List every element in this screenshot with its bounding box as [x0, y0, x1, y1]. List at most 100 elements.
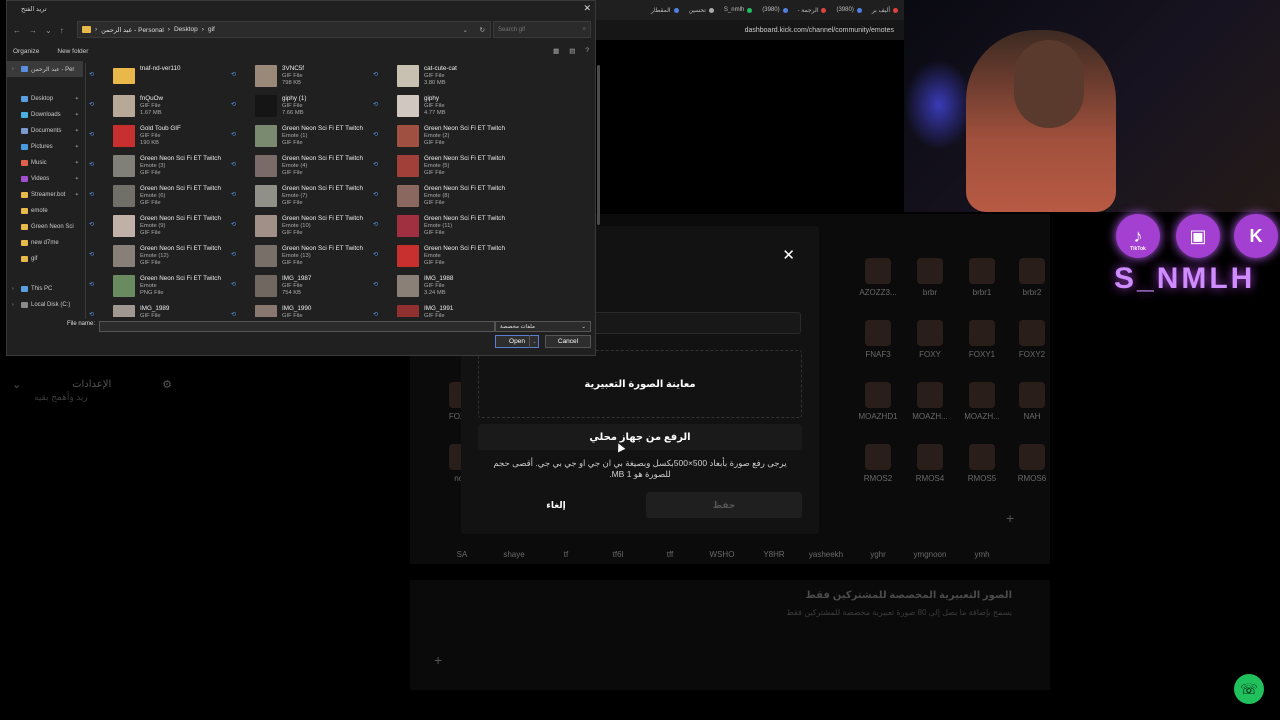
- settings-nav-item[interactable]: ⌄ الإعدادات ⚙: [12, 376, 172, 392]
- emote-item[interactable]: MOAZH...: [960, 382, 1004, 421]
- open-options-dropdown[interactable]: ⌄: [529, 335, 539, 348]
- forward-arrow-icon[interactable]: →: [29, 26, 37, 35]
- help-icon[interactable]: ?: [585, 47, 589, 55]
- file-item[interactable]: ⟲ Green Neon Sci Fi ET Twitch Emote (12) GI…: [89, 243, 229, 271]
- file-item[interactable]: ⟲ Green Neon Sci Fi ET Twitch Emote (9) GIF…: [89, 213, 229, 241]
- file-item[interactable]: ⟲ Green Neon Sci Fi ET Twitch Emote (1) GIF…: [231, 123, 371, 151]
- close-icon[interactable]: ✕: [782, 246, 795, 264]
- sidebar-item[interactable]: new d7me: [7, 235, 83, 251]
- emote-item[interactable]: yghr: [856, 520, 900, 559]
- file-item[interactable]: ⟲ giphy (1) GIF File 7.66 MB: [231, 93, 371, 121]
- view-options-icon[interactable]: ▦: [553, 47, 559, 55]
- file-item[interactable]: ⟲ Green Neon Sci Fi ET Twitch Emote GIF Fil…: [373, 243, 513, 271]
- file-item[interactable]: ⟲ IMG_1988 GIF File 3.24 MB: [373, 273, 513, 301]
- file-item[interactable]: ⟲ Gold Toub GIF GIF File 190 KB: [89, 123, 229, 151]
- sidebar-item[interactable]: Desktop ✦: [7, 91, 83, 107]
- browser-tab[interactable]: S_nmlh: [724, 7, 753, 13]
- new-folder-button[interactable]: New folder: [57, 48, 88, 55]
- emote-item[interactable]: MOAZHD1: [856, 382, 900, 421]
- browser-tab[interactable]: تحسين: [689, 7, 714, 14]
- organize-button[interactable]: Organize: [13, 48, 39, 55]
- file-item[interactable]: ⟲ tnaf-nd-ver110: [89, 63, 229, 91]
- sidebar-item[interactable]: › Local Disk (C:): [7, 297, 83, 313]
- browser-tab[interactable]: (3980): [836, 7, 862, 13]
- add-emote-button[interactable]: +: [1006, 510, 1014, 526]
- sidebar-item[interactable]: Green Neon Sci: [7, 219, 83, 235]
- breadcrumb-item[interactable]: عبد الرحمن - Personal: [101, 26, 164, 34]
- back-arrow-icon[interactable]: ←: [13, 26, 21, 35]
- sidebar-item[interactable]: › عبد الرحمن - Per: [7, 61, 83, 77]
- emote-item[interactable]: MOAZH...: [908, 382, 952, 421]
- file-item[interactable]: ⟲ Green Neon Sci Fi ET Twitch Emote (6) GIF…: [89, 183, 229, 211]
- file-item[interactable]: ⟲ IMG_1987 GIF File 754 KB: [231, 273, 371, 301]
- add-subscriber-emote-button[interactable]: +: [434, 652, 442, 668]
- sidebar-item[interactable]: gif: [7, 251, 83, 267]
- sidebar-item[interactable]: › This PC: [7, 281, 83, 297]
- modal-cancel-button[interactable]: إلغاء: [491, 494, 621, 516]
- emote-item[interactable]: FOXY: [908, 320, 952, 359]
- close-icon[interactable]: ✕: [583, 3, 591, 14]
- chevron-down-icon[interactable]: ⌄: [463, 26, 468, 34]
- upload-local-button[interactable]: الرفع من جهاز محلي: [478, 424, 802, 450]
- emote-item[interactable]: brbr2: [1010, 258, 1054, 297]
- browser-url-bar[interactable]: dashboard.kick.com/channel/community/emo…: [596, 20, 904, 40]
- file-item[interactable]: ⟲ IMG_1989 GIF File: [89, 303, 229, 317]
- sidebar-item[interactable]: Videos ✦: [7, 171, 83, 187]
- browser-tab[interactable]: الرجمة -: [798, 7, 827, 14]
- sidebar-item[interactable]: Music ✦: [7, 155, 83, 171]
- support-chat-button[interactable]: ☏: [1234, 674, 1264, 704]
- recent-dropdown-icon[interactable]: ⌄: [45, 26, 52, 35]
- chevron-right-icon[interactable]: ›: [12, 286, 14, 292]
- emote-item[interactable]: AZOZZ3...: [856, 258, 900, 297]
- emote-item[interactable]: NAH: [1010, 382, 1054, 421]
- file-item[interactable]: ⟲ giphy GIF File 4.77 MB: [373, 93, 513, 121]
- preview-pane-icon[interactable]: ▤: [569, 47, 575, 55]
- sidebar-item[interactable]: Streamer.bot ✦: [7, 187, 83, 203]
- emote-item[interactable]: FNAF3: [856, 320, 900, 359]
- file-type-select[interactable]: ملفات مخصصة ⌄: [495, 321, 591, 332]
- pane-divider[interactable]: [85, 63, 86, 319]
- file-item[interactable]: ⟲ cat-cute-cat GIF File 3.80 MB: [373, 63, 513, 91]
- emote-item[interactable]: ymgnoon: [908, 520, 952, 559]
- file-item[interactable]: ⟲ IMG_1990 GIF File: [231, 303, 371, 317]
- chevron-right-icon[interactable]: ›: [12, 66, 14, 72]
- file-item[interactable]: ⟲ Green Neon Sci Fi ET Twitch Emote (3) GIF…: [89, 153, 229, 181]
- file-item[interactable]: ⟲ Green Neon Sci Fi ET Twitch Emote PNG Fil…: [89, 273, 229, 301]
- emote-item[interactable]: brbr: [908, 258, 952, 297]
- file-name-input[interactable]: [99, 321, 495, 332]
- emote-item[interactable]: FOXY1: [960, 320, 1004, 359]
- emote-item[interactable]: RMOS2: [856, 444, 900, 483]
- emote-item[interactable]: RMOS4: [908, 444, 952, 483]
- breadcrumb-item[interactable]: gif: [208, 26, 215, 33]
- file-item[interactable]: ⟲ IMG_1991 GIF File: [373, 303, 513, 317]
- address-bar[interactable]: › عبد الرحمن - Personal › Desktop › gif ⌄ ↻: [77, 21, 491, 38]
- up-arrow-icon[interactable]: ↑: [60, 26, 64, 35]
- file-item[interactable]: ⟲ Green Neon Sci Fi ET Twitch Emote (8) GIF…: [373, 183, 513, 211]
- emote-item[interactable]: RMOS6: [1010, 444, 1054, 483]
- file-item[interactable]: ⟲ fnQuOw GIF File 1.67 MB: [89, 93, 229, 121]
- file-item[interactable]: ⟲ Green Neon Sci Fi ET Twitch Emote (10) GI…: [231, 213, 371, 241]
- breadcrumb-item[interactable]: Desktop: [174, 26, 198, 33]
- emote-item[interactable]: brbr1: [960, 258, 1004, 297]
- dialog-cancel-button[interactable]: Cancel: [545, 335, 591, 348]
- modal-save-button[interactable]: حفظ: [646, 492, 802, 518]
- file-item[interactable]: ⟲ Green Neon Sci Fi ET Twitch Emote (5) GIF…: [373, 153, 513, 181]
- file-item[interactable]: ⟲ Green Neon Sci Fi ET Twitch Emote (11) GI…: [373, 213, 513, 241]
- file-list-scrollbar[interactable]: [597, 65, 600, 225]
- browser-tab[interactable]: (3980): [762, 7, 788, 13]
- refresh-icon[interactable]: ↻: [480, 26, 485, 34]
- search-input[interactable]: Search gif ⌕: [493, 21, 591, 38]
- file-item[interactable]: ⟲ Green Neon Sci Fi ET Twitch Emote (2) GIF…: [373, 123, 513, 151]
- file-item[interactable]: ⟲ 3VNC5f GIF File 798 KB: [231, 63, 371, 91]
- file-item[interactable]: ⟲ Green Neon Sci Fi ET Twitch Emote (7) GIF…: [231, 183, 371, 211]
- emote-item[interactable]: ymh: [960, 520, 1004, 559]
- emote-item[interactable]: FOXY2: [1010, 320, 1054, 359]
- browser-tab[interactable]: المقطار: [651, 7, 679, 14]
- emote-item[interactable]: RMOS5: [960, 444, 1004, 483]
- sidebar-item[interactable]: Downloads ✦: [7, 107, 83, 123]
- file-item[interactable]: ⟲ Green Neon Sci Fi ET Twitch Emote (13) GI…: [231, 243, 371, 271]
- browser-tab[interactable]: أليف بر: [872, 7, 898, 14]
- sidebar-item[interactable]: Documents ✦: [7, 123, 83, 139]
- sidebar-item[interactable]: Pictures ✦: [7, 139, 83, 155]
- sidebar-item[interactable]: emote: [7, 203, 83, 219]
